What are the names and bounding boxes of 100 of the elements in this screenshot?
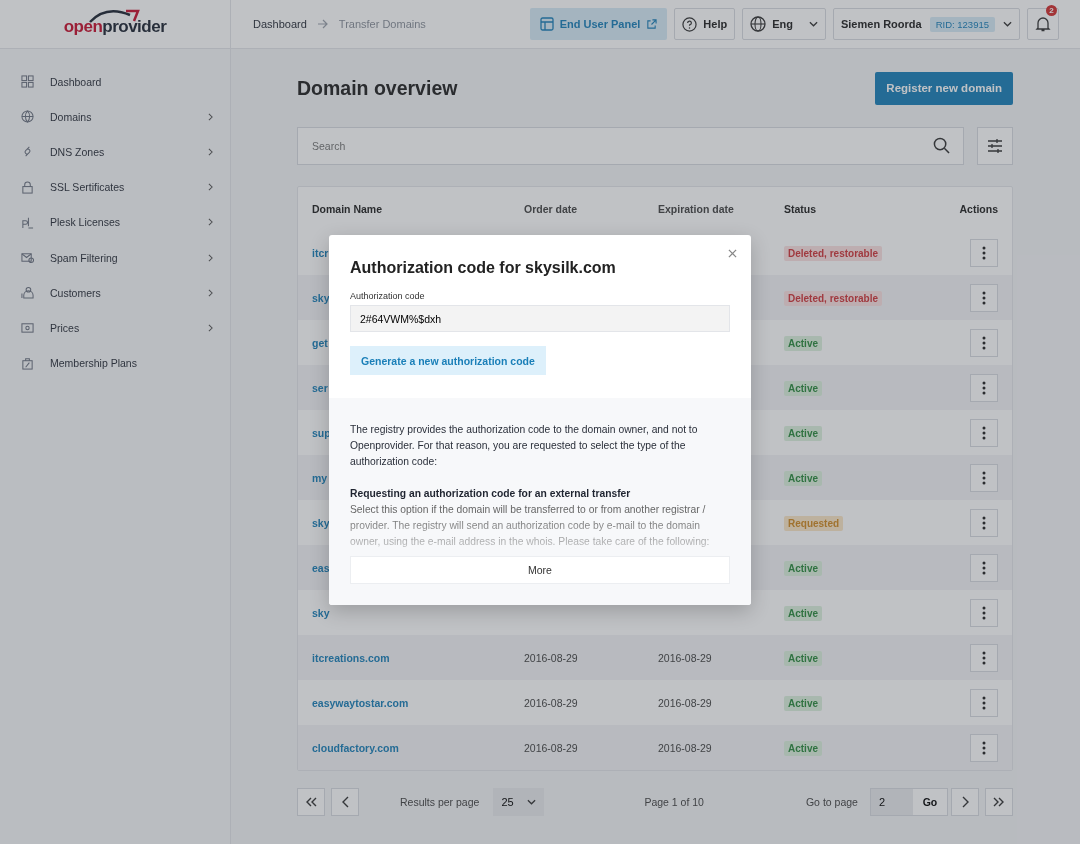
more-actions-button[interactable]: [970, 508, 998, 537]
column-header: Status: [784, 202, 818, 215]
more-icon: [982, 560, 986, 575]
more-actions-button[interactable]: [970, 283, 998, 312]
sidebar-item[interactable]: Customers: [0, 275, 230, 311]
help-icon: [682, 16, 698, 32]
expiration-date: 2016-08-29: [658, 651, 712, 664]
sidebar-item[interactable]: Domains: [0, 99, 230, 135]
sidebar-item[interactable]: Prices: [0, 310, 230, 346]
order-date: 2016-08-29: [524, 696, 578, 709]
order-date: 2016-08-29: [524, 651, 578, 664]
column-header: Actions: [958, 202, 998, 215]
per-page-dropdown[interactable]: 25: [493, 788, 545, 816]
breadcrumb-link[interactable]: Dashboard: [253, 18, 307, 30]
more-icon: [982, 605, 986, 620]
openprovider-logo[interactable]: openprovider: [0, 0, 231, 48]
more-actions-button[interactable]: [970, 553, 998, 582]
sidebar-item[interactable]: Membership Plans: [0, 345, 230, 381]
status-badge: Deleted, restorable: [784, 290, 883, 306]
more-icon: [982, 335, 986, 350]
sidebar-item[interactable]: Dashboard: [0, 64, 230, 100]
dialog-title: Authorization code for skysilk.com: [350, 259, 617, 277]
search-field[interactable]: Search: [297, 127, 964, 165]
more-button[interactable]: More: [350, 556, 730, 584]
order-date: 2016-08-29: [524, 741, 578, 754]
status-badge: Active: [784, 605, 822, 621]
more-icon: [982, 380, 986, 395]
status-badge: Active: [784, 740, 822, 756]
sliders-icon: [987, 138, 1003, 154]
more-actions-button[interactable]: [970, 373, 998, 402]
rid-badge: RID: 123915: [929, 16, 995, 32]
user-menu[interactable]: Siemen Roorda RID: 123915: [832, 8, 1020, 40]
more-icon: [982, 740, 986, 755]
more-actions-button[interactable]: [970, 598, 998, 627]
layout-icon: [539, 17, 554, 31]
section-description: Select this option if the domain will be transferred to or from another registrar / provider. The registry will send an authorization code by e-mail to the domain owner, using the e-mail address in the whois. Please take care of the following:: [350, 503, 711, 549]
status-badge: Active: [784, 425, 822, 441]
expiration-date: 2016-08-29: [658, 741, 712, 754]
status-badge: Active: [784, 470, 822, 486]
more-actions-button[interactable]: [970, 328, 998, 357]
generate-code-button[interactable]: Generate a new authorization code: [350, 346, 546, 375]
grid-icon: [21, 75, 34, 89]
notification-count: 2: [1046, 5, 1057, 16]
lock-icon: [21, 180, 34, 194]
field-label: Authorization code: [350, 291, 426, 301]
status-badge: Active: [784, 560, 822, 576]
page-title: Domain overview: [297, 76, 458, 100]
column-header: Order date: [524, 202, 579, 215]
double-chevron-right-icon: [993, 797, 1005, 807]
authorization-code-field[interactable]: 2#64VWM%$dxh: [350, 305, 730, 332]
last-page-button[interactable]: [985, 788, 1013, 816]
chevron-down-icon: [808, 21, 818, 27]
search-icon: [933, 137, 950, 154]
column-header: Expiration date: [658, 202, 735, 215]
chevron-right-icon: [961, 796, 969, 808]
more-icon: [982, 695, 986, 710]
more-actions-button[interactable]: [970, 463, 998, 492]
sidebar-item[interactable]: Spam Filtering: [0, 239, 230, 276]
sidebar-item[interactable]: Plesk Licenses: [0, 204, 230, 240]
chevron-down-icon: [527, 799, 537, 805]
more-actions-button[interactable]: [970, 688, 998, 717]
plesk-icon: [21, 215, 34, 229]
more-actions-button[interactable]: [970, 733, 998, 762]
filter-button[interactable]: [977, 127, 1013, 165]
mail-icon: [21, 251, 34, 265]
sidebar-item[interactable]: SSL Sertificates: [0, 169, 230, 205]
first-page-button[interactable]: [297, 788, 325, 816]
chevron-down-icon: [1003, 21, 1012, 27]
status-badge: Deleted, restorable: [784, 245, 883, 261]
more-icon: [982, 515, 986, 530]
next-page-button[interactable]: [951, 788, 979, 816]
status-badge: Requested: [784, 515, 844, 531]
more-icon: [982, 245, 986, 260]
help-button[interactable]: Help: [674, 8, 736, 40]
status-badge: Active: [784, 695, 822, 711]
column-header: Domain Name: [312, 202, 384, 215]
globe-icon: [21, 110, 34, 124]
arrow-icon: [316, 19, 329, 29]
more-icon: [982, 650, 986, 665]
chevron-left-icon: [341, 796, 349, 808]
dialog-description: The registry provides the authorization code to the domain owner, and not to Openprovider. For that reason, you are requested to select the type of the authorization code:: [350, 423, 699, 469]
notifications-button[interactable]: 2: [1027, 8, 1059, 40]
expiration-date: 2016-08-29: [658, 696, 712, 709]
status-badge: Active: [784, 335, 822, 351]
double-chevron-left-icon: [305, 797, 317, 807]
more-actions-button[interactable]: [970, 418, 998, 447]
more-actions-button[interactable]: [970, 238, 998, 267]
sidebar-item[interactable]: DNS Zones: [0, 134, 230, 170]
external-link-icon: [646, 18, 658, 30]
language-dropdown[interactable]: Eng: [742, 8, 826, 40]
bag-icon: [21, 356, 34, 370]
more-icon: [982, 290, 986, 305]
previous-page-button[interactable]: [331, 788, 359, 816]
globe-icon: [750, 16, 767, 32]
more-actions-button[interactable]: [970, 643, 998, 672]
close-button[interactable]: [727, 248, 738, 259]
bell-icon: [1035, 16, 1051, 32]
close-icon: [728, 249, 737, 258]
status-badge: Active: [784, 650, 822, 666]
page-info: Page 1 of 10: [644, 796, 704, 808]
